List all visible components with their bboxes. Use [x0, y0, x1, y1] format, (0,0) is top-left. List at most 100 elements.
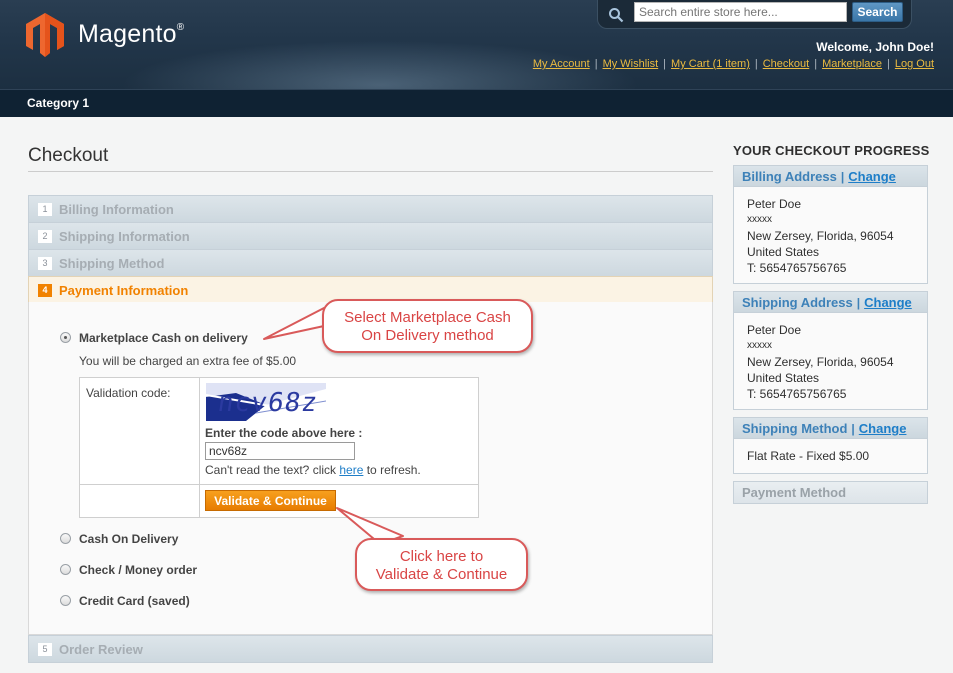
top-links: My Account | My Wishlist | My Cart (1 item) |… — [533, 58, 934, 70]
captcha-table: Validation code: ncv68z Enter the code a… — [79, 377, 479, 518]
address-line: T: 5654765756765 — [747, 261, 847, 275]
progress-box-header: Shipping Address | Change — [734, 292, 927, 313]
captcha-image: ncv68z — [206, 383, 326, 421]
refresh-captcha-link[interactable]: here — [339, 463, 363, 477]
step-shipping-information[interactable]: 2 Shipping Information — [28, 222, 713, 249]
link-my-cart[interactable]: My Cart (1 item) — [671, 58, 750, 70]
address-line: United States — [747, 371, 820, 385]
site-header: Magento® Search Welcome, John Doe! My Ac… — [0, 0, 953, 89]
step-number: 5 — [38, 643, 52, 656]
step-label: Order Review — [59, 642, 143, 657]
search-input[interactable] — [634, 2, 847, 22]
callout-line: On Delivery method — [361, 327, 494, 344]
progress-box-header: Billing Address | Change — [734, 166, 927, 187]
step-shipping-method[interactable]: 3 Shipping Method — [28, 249, 713, 276]
search-button[interactable]: Search — [852, 2, 903, 22]
link-separator: | — [887, 58, 890, 70]
step-order-review[interactable]: 5 Order Review — [28, 635, 713, 663]
step-number: 2 — [38, 230, 52, 243]
step-number: 4 — [38, 284, 52, 297]
address-line: New Zersey, Florida, 96054 — [747, 355, 894, 369]
address-line: New Zersey, Florida, 96054 — [747, 229, 894, 243]
checkout-progress-title: YOUR CHECKOUT PROGRESS — [733, 143, 930, 158]
callout-line: Validate & Continue — [375, 566, 508, 583]
change-shipping-link[interactable]: Change — [864, 295, 912, 310]
change-shipping-method-link[interactable]: Change — [859, 421, 907, 436]
progress-box-title: Shipping Method — [742, 421, 848, 436]
step-number: 1 — [38, 203, 52, 216]
progress-billing-address: Billing Address | Change Peter Doe xxxxx N… — [733, 165, 928, 284]
payment-method-label[interactable]: Marketplace Cash on delivery — [79, 331, 248, 345]
captcha-code-input[interactable] — [205, 442, 355, 460]
progress-shipping-address: Shipping Address | Change Peter Doe xxxxx … — [733, 291, 928, 410]
refresh-captcha-note: Can't read the text? click here to refre… — [205, 463, 421, 477]
validation-code-label: Validation code: — [86, 386, 171, 400]
nav-item-category-1[interactable]: Category 1 — [27, 96, 89, 110]
callout-select-method: Select Marketplace Cash On Delivery meth… — [322, 299, 533, 353]
radio-cash-on-delivery[interactable] — [60, 533, 71, 544]
welcome-message: Welcome, John Doe! — [816, 40, 934, 54]
address-line: xxxxx — [747, 214, 772, 225]
payment-method-label[interactable]: Check / Money order — [79, 563, 197, 577]
search-icon — [609, 8, 624, 23]
payment-method-label[interactable]: Credit Card (saved) — [79, 594, 190, 608]
billing-address-body: Peter Doe xxxxx New Zersey, Florida, 960… — [734, 187, 927, 285]
address-line: Peter Doe — [747, 323, 802, 337]
radio-credit-card-saved[interactable] — [60, 595, 71, 606]
address-line: xxxxx — [747, 340, 772, 351]
progress-box-header: Shipping Method | Change — [734, 418, 927, 439]
validate-continue-button[interactable]: Validate & Continue — [205, 490, 336, 511]
link-my-wishlist[interactable]: My Wishlist — [603, 58, 659, 70]
callout-line: Select Marketplace Cash — [344, 309, 511, 326]
progress-box-title: Billing Address — [742, 169, 837, 184]
header-separator: | — [840, 170, 845, 184]
step-number: 3 — [38, 257, 52, 270]
page-title: Checkout — [28, 145, 109, 166]
progress-payment-method: Payment Method — [733, 481, 928, 504]
step-billing-information[interactable]: 1 Billing Information — [28, 195, 713, 222]
header-separator: | — [856, 296, 861, 310]
address-line: United States — [747, 245, 820, 259]
radio-check-money-order[interactable] — [60, 564, 71, 575]
captcha-empty-cell — [80, 485, 200, 517]
change-billing-link[interactable]: Change — [848, 169, 896, 184]
magento-logo-icon[interactable] — [26, 13, 64, 57]
address-line: Peter Doe — [747, 197, 802, 211]
callout-line: Click here to — [399, 548, 484, 565]
payment-method-label[interactable]: Cash On Delivery — [79, 532, 178, 546]
link-separator: | — [594, 58, 598, 70]
logo-text[interactable]: Magento® — [78, 20, 184, 49]
enter-code-label: Enter the code above here : — [205, 426, 363, 440]
header-separator: | — [851, 422, 855, 436]
shipping-method-value: Flat Rate - Fixed $5.00 — [747, 449, 870, 463]
link-marketplace[interactable]: Marketplace — [822, 58, 882, 70]
progress-box-header: Payment Method — [734, 482, 927, 503]
title-divider — [28, 171, 713, 172]
captcha-label-cell: Validation code: — [80, 378, 200, 485]
radio-marketplace-cod[interactable] — [60, 332, 71, 343]
link-separator: | — [754, 58, 758, 70]
search-form: Search — [597, 0, 912, 29]
main-content: Checkout 1 Billing Information 2 Shippin… — [0, 117, 953, 673]
progress-shipping-method: Shipping Method | Change Flat Rate - Fixed… — [733, 417, 928, 474]
refresh-prefix: Can't read the text? click — [205, 463, 340, 477]
step-label: Payment Information — [59, 283, 189, 298]
link-my-account[interactable]: My Account — [533, 58, 590, 70]
address-line: T: 5654765756765 — [747, 387, 847, 401]
progress-box-title: Payment Method — [742, 485, 847, 500]
link-checkout[interactable]: Checkout — [763, 58, 809, 70]
captcha-text: ncv68z — [215, 388, 321, 418]
extra-fee-note: You will be charged an extra fee of $5.0… — [79, 354, 297, 368]
step-label: Billing Information — [59, 202, 174, 217]
refresh-suffix: to refresh. — [363, 463, 421, 477]
callout-validate: Click here to Validate & Continue — [355, 538, 528, 591]
checkout-steps: 1 Billing Information 2 Shipping Informa… — [28, 195, 713, 663]
shipping-method-body: Flat Rate - Fixed $5.00 — [734, 439, 927, 473]
captcha-input-cell: ncv68z Enter the code above here : Can't… — [200, 378, 478, 485]
category-nav: Category 1 — [0, 89, 953, 117]
link-log-out[interactable]: Log Out — [895, 58, 934, 70]
step-label: Shipping Information — [59, 229, 190, 244]
link-separator: | — [814, 58, 818, 70]
step-label: Shipping Method — [59, 256, 165, 271]
progress-box-title: Shipping Address — [742, 295, 853, 310]
